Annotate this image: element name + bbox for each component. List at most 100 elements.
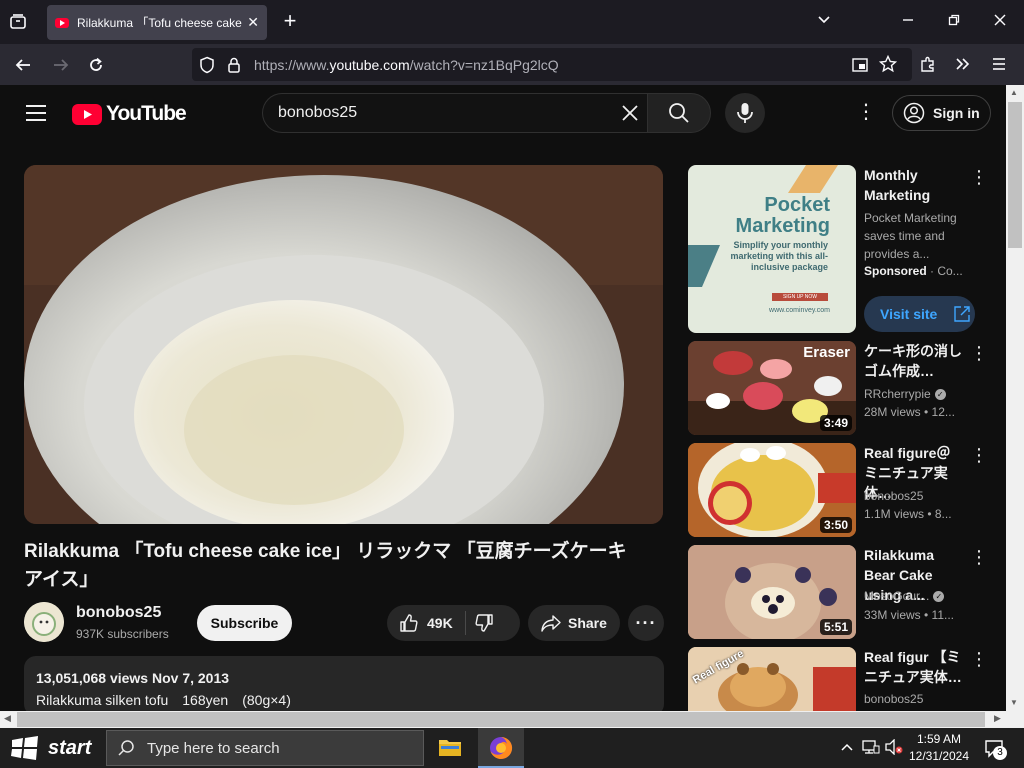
vertical-scroll-thumb[interactable]	[1008, 102, 1022, 248]
app-menu-icon[interactable]	[990, 55, 1010, 73]
verified-check-icon: ✓	[934, 389, 946, 401]
rec-kebab-icon[interactable]: ⋮	[970, 446, 988, 464]
scroll-down-arrow-icon[interactable]: ▼	[1010, 698, 1018, 707]
ad-thumbnail[interactable]: Pocket Marketing Simplify your monthly m…	[688, 165, 856, 333]
restore-window-icon[interactable]	[946, 12, 966, 28]
start-label: start	[48, 736, 92, 759]
channel-name[interactable]: bonobos25	[76, 604, 161, 622]
verified-check-icon: ✓	[933, 591, 945, 603]
search-query-text[interactable]: bonobos25	[278, 104, 357, 122]
rec-thumbnail[interactable]: Eraser 3:49	[688, 341, 856, 435]
shield-icon[interactable]	[199, 56, 217, 74]
rec-channel[interactable]: RRcherrypie ✓	[864, 387, 946, 401]
windows-logo-icon	[11, 736, 38, 760]
video-frame-image	[24, 165, 663, 524]
rec-kebab-icon[interactable]: ⋮	[970, 344, 988, 362]
duration-badge: 3:49	[819, 415, 852, 431]
rec-thumbnail[interactable]: 5:51	[688, 545, 856, 639]
volume-muted-icon[interactable]	[884, 739, 904, 755]
more-actions-button[interactable]: ···	[628, 605, 664, 641]
bookmark-star-icon[interactable]	[879, 55, 899, 73]
youtube-wordmark: YouTube	[106, 102, 187, 125]
voice-search-button[interactable]	[725, 93, 765, 133]
notification-count-badge: 3	[993, 746, 1007, 760]
rec-thumbnail[interactable]: Real figure	[688, 647, 856, 711]
scroll-right-arrow-icon[interactable]: ▶	[994, 713, 1001, 724]
minimize-window-icon[interactable]	[900, 12, 920, 28]
like-button[interactable]: 49K	[387, 613, 453, 633]
rec-channel-name: MosoGour...	[864, 589, 930, 603]
firefox-taskbar-icon[interactable]	[478, 728, 524, 768]
padlock-icon[interactable]	[227, 56, 245, 74]
sign-in-button[interactable]: Sign in	[892, 95, 991, 131]
scroll-up-arrow-icon[interactable]: ▲	[1010, 88, 1018, 97]
ad-title[interactable]: Monthly Marketing	[864, 165, 964, 205]
share-button[interactable]: Share	[528, 605, 620, 641]
visit-site-button[interactable]: Visit site	[864, 296, 975, 332]
tab-close-icon[interactable]: ✕	[247, 14, 259, 31]
url-prefix: https://www.	[254, 57, 330, 73]
new-tab-icon[interactable]: +	[280, 10, 300, 32]
start-button[interactable]: start	[0, 728, 104, 768]
video-title: Rilakkuma 「Tofu cheese cake ice」 リラックマ 「…	[24, 541, 627, 590]
tab-list-chevron-icon[interactable]	[816, 12, 836, 28]
more-horizontal-icon: ···	[635, 612, 657, 633]
video-player[interactable]	[24, 165, 663, 524]
scroll-left-arrow-icon[interactable]: ◀	[4, 713, 11, 724]
ad-thumb-cta: SIGN UP NOW	[782, 294, 818, 300]
rec-thumbnail[interactable]: 3:50	[688, 443, 856, 537]
settings-kebab-icon[interactable]: ⋮	[856, 102, 876, 122]
taskbar-search-icon	[118, 740, 134, 756]
ad-thumb-heading: Pocket Marketing	[735, 194, 830, 237]
browser-tab-active[interactable]: Rilakkuma 「Tofu cheese cake ice」 リラックマ 「…	[47, 5, 267, 40]
youtube-logo[interactable]: YouTube	[72, 102, 187, 126]
show-hidden-icons-chevron-icon[interactable]	[840, 740, 854, 754]
taskbar-search-box[interactable]: Type here to search	[106, 730, 424, 766]
rec-kebab-icon[interactable]: ⋮	[970, 548, 988, 566]
rec-thumbnail-image	[688, 647, 856, 711]
reload-icon[interactable]	[87, 56, 107, 74]
rec-channel-name: RRcherrypie	[864, 387, 931, 401]
visit-site-label: Visit site	[880, 306, 938, 322]
sponsor-name: · Co...	[926, 264, 963, 278]
rec-channel[interactable]: bonobos25	[864, 692, 923, 706]
notifications-icon[interactable]: 3	[984, 738, 1007, 760]
ad-sponsor-line: Sponsored · Co...	[864, 264, 963, 278]
ad-kebab-icon[interactable]: ⋮	[970, 168, 988, 186]
taskbar-clock[interactable]: 1:59 AM 12/31/2024	[906, 731, 972, 765]
search-button[interactable]	[647, 93, 711, 133]
back-arrow-icon[interactable]	[14, 56, 34, 74]
dislike-button[interactable]	[474, 613, 494, 633]
guide-menu-icon[interactable]	[26, 104, 46, 122]
ad-description: Pocket Marketing saves time and provides…	[864, 211, 957, 261]
clear-search-icon[interactable]	[620, 103, 640, 123]
rec-channel[interactable]: MosoGour... ✓	[864, 589, 945, 603]
rec-title[interactable]: ケーキ形の消しゴム作成…	[864, 341, 964, 381]
file-explorer-icon[interactable]	[438, 736, 462, 758]
rec-title[interactable]: Real figur 【ミニチュア実体…	[864, 647, 964, 687]
external-link-icon	[954, 306, 971, 322]
channel-avatar[interactable]	[24, 602, 64, 642]
close-window-icon[interactable]	[992, 12, 1012, 28]
picture-in-picture-icon[interactable]	[851, 56, 871, 74]
extensions-icon[interactable]	[919, 55, 939, 73]
search-icon	[669, 103, 689, 123]
rec-meta: 28M views • 12...	[864, 405, 955, 419]
forward-arrow-icon[interactable]	[52, 56, 72, 74]
subscribe-button[interactable]: Subscribe	[197, 605, 292, 641]
rec-kebab-icon[interactable]: ⋮	[970, 650, 988, 668]
overflow-chevrons-icon[interactable]	[954, 55, 974, 73]
microphone-icon	[737, 103, 753, 123]
horizontal-scroll-thumb[interactable]	[17, 712, 985, 727]
thumbs-down-icon	[475, 614, 493, 632]
subscriber-count: 937K subscribers	[76, 627, 169, 641]
clock-time: 1:59 AM	[916, 732, 962, 746]
rec-meta: 33M views • 11...	[864, 608, 955, 622]
tab-overview-icon[interactable]	[8, 12, 32, 32]
url-text[interactable]: https://www.youtube.com/watch?v=nz1BqPg2…	[254, 57, 559, 73]
rec-channel[interactable]: bonobos25	[864, 489, 923, 503]
like-dislike-group: 49K	[387, 605, 520, 641]
network-status-icon[interactable]	[862, 739, 880, 755]
like-count: 49K	[427, 615, 453, 631]
ad-thumb-subtitle: Simplify your monthly marketing with thi…	[730, 240, 828, 272]
